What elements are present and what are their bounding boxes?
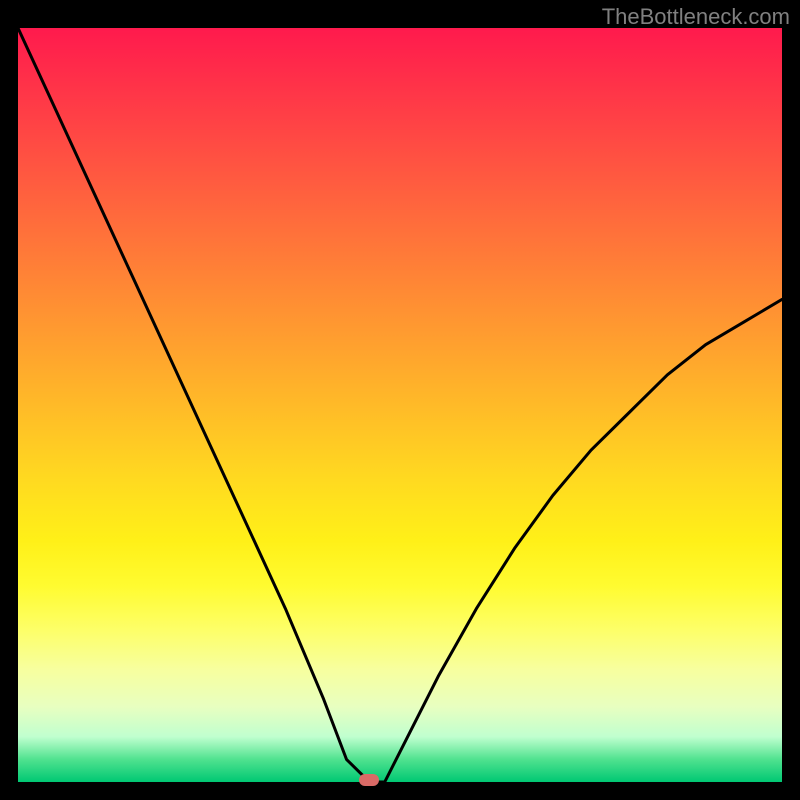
plot-area [18, 28, 782, 782]
curve-path [18, 28, 782, 782]
bottleneck-chart: TheBottleneck.com [0, 0, 800, 800]
watermark-label: TheBottleneck.com [602, 4, 790, 30]
bottleneck-curve [18, 28, 782, 782]
optimal-marker [359, 774, 379, 786]
